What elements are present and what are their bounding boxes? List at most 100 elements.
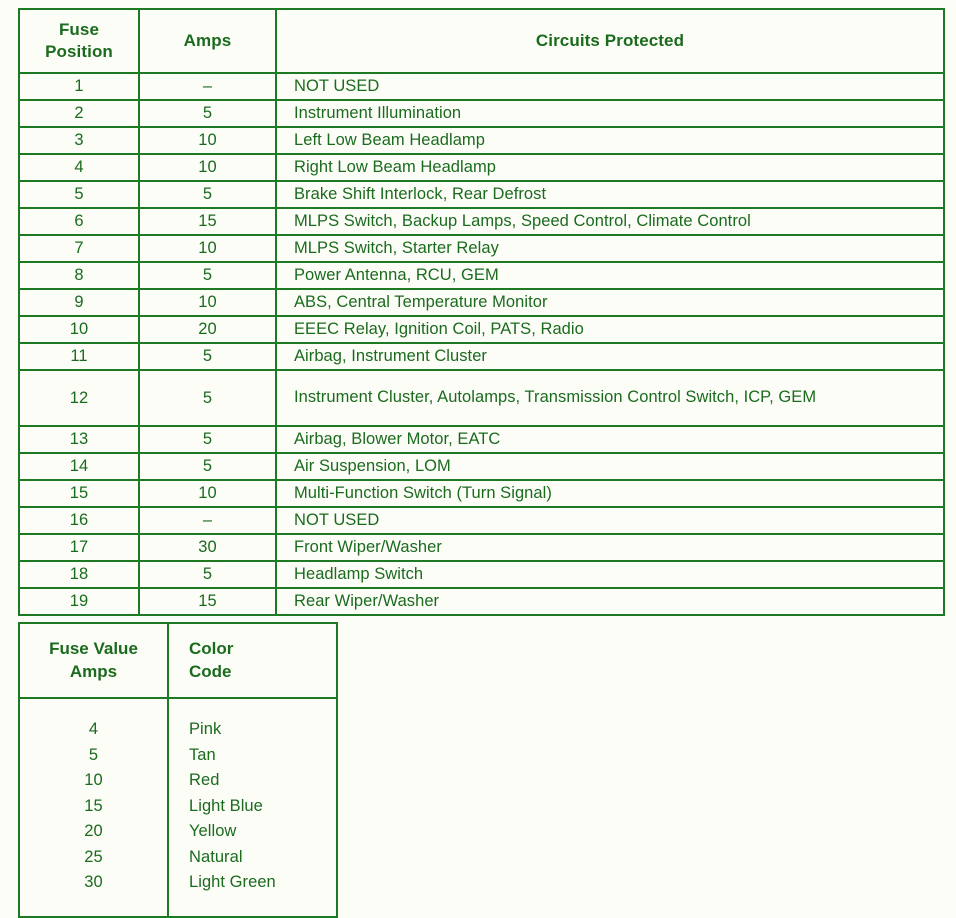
- fuse-position-cell: 12: [18, 369, 140, 427]
- amps-cell: 30: [138, 533, 277, 562]
- circuits-protected-cell: Multi-Function Switch (Turn Signal): [275, 479, 945, 508]
- table-row: 2 5 Instrument Illumination: [18, 99, 945, 128]
- amps-cell: 5: [138, 425, 277, 454]
- list-item: Yellow: [189, 822, 237, 840]
- amps-cell: 5: [138, 261, 277, 290]
- fuse-table-header-row: Fuse Position Amps Circuits Protected: [18, 8, 945, 74]
- circuits-protected-cell: Air Suspension, LOM: [275, 452, 945, 481]
- column-header-circuits-protected: Circuits Protected: [275, 8, 945, 74]
- fuse-position-cell: 9: [18, 288, 140, 317]
- list-item: 15: [84, 796, 103, 815]
- fuse-position-cell: 3: [18, 126, 140, 155]
- color-table-header-row: Fuse Value Amps Color Code: [18, 622, 338, 699]
- table-row: 11 5 Airbag, Instrument Cluster: [18, 342, 945, 371]
- fuse-table-header: Fuse Position Amps Circuits Protected: [18, 8, 945, 74]
- amps-cell: –: [138, 72, 277, 101]
- circuits-protected-cell: MLPS Switch, Backup Lamps, Speed Control…: [275, 207, 945, 236]
- list-item: Natural: [189, 847, 243, 866]
- circuits-protected-cell: NOT USED: [275, 506, 945, 535]
- circuits-protected-cell: Headlamp Switch: [275, 560, 945, 589]
- amps-cell: 5: [138, 99, 277, 128]
- fuse-value-cell: 4 5 10 15 20 25 30: [18, 697, 169, 918]
- table-row: 12 5 Instrument Cluster, Autolamps, Transm…: [18, 369, 945, 427]
- list-item: Tan: [189, 745, 216, 764]
- color-code-cell: Pink Tan Red Light Blue Yellow Natural Light G…: [167, 697, 338, 918]
- column-header-amps: Amps: [138, 8, 277, 74]
- fuse-position-cell: 13: [18, 425, 140, 454]
- circuits-protected-cell: Brake Shift Interlock, Rear Defrost: [275, 180, 945, 209]
- list-item: Light Green: [189, 873, 276, 891]
- table-row: 4 10 Right Low Beam Headlamp: [18, 153, 945, 182]
- list-item: 5: [88, 745, 99, 764]
- fuse-position-cell: 10: [18, 315, 140, 344]
- fuse-position-cell: 18: [18, 560, 140, 589]
- list-item: 10: [84, 771, 103, 789]
- fuse-position-cell: 11: [18, 342, 140, 371]
- fuse-panel-table: Fuse Position Amps Circuits Protected 1–…: [18, 8, 945, 616]
- column-header-color-line2: Code: [189, 661, 232, 681]
- fuse-position-cell: 4: [18, 153, 140, 182]
- circuits-protected-cell: Left Low Beam Headlamp: [275, 126, 945, 155]
- amps-cell: 5: [138, 369, 277, 427]
- circuits-protected-cell: EEEC Relay, Ignition Coil, PATS, Radio: [275, 315, 945, 344]
- list-item: 4: [88, 720, 99, 738]
- circuits-protected-cell: ABS, Central Temperature Monitor: [275, 288, 945, 317]
- amps-cell: 10: [138, 288, 277, 317]
- fuse-position-cell: 2: [18, 99, 140, 128]
- fuse-position-cell: 6: [18, 207, 140, 236]
- fuse-position-cell: 8: [18, 261, 140, 290]
- column-header-color-code: Color Code: [167, 622, 338, 699]
- column-header-fuse-value-line2: Amps: [69, 661, 118, 681]
- fuse-value-list: 4 5 10 15 20 25 30: [20, 717, 167, 896]
- color-table-body: 4 5 10 15 20 25 30 Pink Tan Red Light Blue Yellow N…: [18, 697, 338, 918]
- amps-cell: 10: [138, 479, 277, 508]
- amps-cell: 5: [138, 180, 277, 209]
- table-row: 13 5 Airbag, Blower Motor, EATC: [18, 425, 945, 454]
- circuits-protected-cell: Instrument Illumination: [275, 99, 945, 128]
- list-item: Light Blue: [189, 796, 263, 815]
- table-row: 3 10 Left Low Beam Headlamp: [18, 126, 945, 155]
- table-row: 10 20 EEEC Relay, Ignition Coil, PATS, Rad…: [18, 315, 945, 344]
- table-row: 17 30 Front Wiper/Washer: [18, 533, 945, 562]
- amps-cell: –: [138, 506, 277, 535]
- fuse-position-cell: 14: [18, 452, 140, 481]
- fuse-position-cell: 16: [18, 506, 140, 535]
- circuits-protected-cell: MLPS Switch, Starter Relay: [275, 234, 945, 263]
- circuits-protected-cell: Right Low Beam Headlamp: [275, 153, 945, 182]
- amps-cell: 15: [138, 587, 277, 616]
- table-row: 16– NOT USED: [18, 506, 945, 535]
- amps-cell: 10: [138, 234, 277, 263]
- circuits-protected-cell: Front Wiper/Washer: [275, 533, 945, 562]
- list-item: Pink: [189, 720, 222, 738]
- table-row: 9 10 ABS, Central Temperature Monitor: [18, 288, 945, 317]
- fuse-color-code-table: Fuse Value Amps Color Code 4 5 10 15 20 25 30 …: [18, 622, 338, 918]
- circuits-protected-cell: NOT USED: [275, 72, 945, 101]
- fuse-position-cell: 19: [18, 587, 140, 616]
- amps-cell: 10: [138, 126, 277, 155]
- table-row: 15 10 Multi-Function Switch (Turn Signal): [18, 479, 945, 508]
- circuits-protected-cell: Rear Wiper/Washer: [275, 587, 945, 616]
- list-item: 25: [84, 847, 103, 866]
- color-table-row: 4 5 10 15 20 25 30 Pink Tan Red Light Blue Yellow N…: [18, 697, 338, 918]
- fuse-position-cell: 1: [18, 72, 140, 101]
- table-row: 8 5 Power Antenna, RCU, GEM: [18, 261, 945, 290]
- column-header-fuse-position: Fuse Position: [18, 8, 140, 74]
- amps-cell: 10: [138, 153, 277, 182]
- fuse-position-cell: 7: [18, 234, 140, 263]
- circuits-protected-cell: Airbag, Blower Motor, EATC: [275, 425, 945, 454]
- column-header-color-line1: Color: [189, 639, 234, 659]
- column-header-fuse-position-line2: Position: [45, 42, 113, 61]
- color-table-header: Fuse Value Amps Color Code: [18, 622, 338, 699]
- column-header-fuse-value-amps: Fuse Value Amps: [18, 622, 169, 699]
- column-header-fuse-value-line1: Fuse Value: [49, 639, 138, 659]
- fuse-table-body: 1– NOT USED 2 5 Instrument Illumination 3 10 Le…: [18, 72, 945, 616]
- amps-cell: 5: [138, 560, 277, 589]
- list-item: Red: [189, 771, 220, 789]
- column-header-fuse-position-line1: Fuse: [58, 20, 100, 40]
- list-item: 30: [84, 873, 103, 891]
- circuits-protected-cell: Airbag, Instrument Cluster: [275, 342, 945, 371]
- circuits-protected-cell: Instrument Cluster, Autolamps, Transmiss…: [275, 369, 945, 427]
- list-item: 20: [84, 822, 103, 840]
- amps-cell: 5: [138, 452, 277, 481]
- table-row: 6 15 MLPS Switch, Backup Lamps, Speed Cont…: [18, 207, 945, 236]
